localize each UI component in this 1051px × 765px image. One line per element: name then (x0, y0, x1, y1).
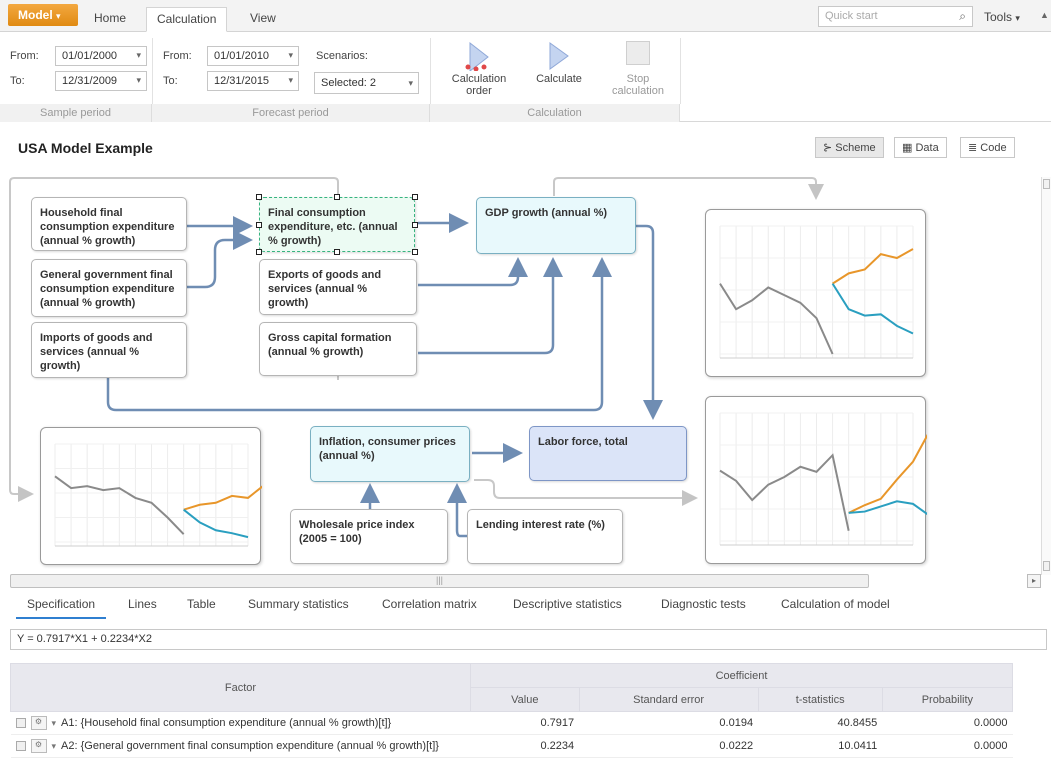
node-label: Inflation, consumer prices (annual %) (319, 436, 456, 462)
value-header: Value (470, 687, 580, 712)
node-labor-force[interactable]: Labor force, total (529, 426, 687, 481)
value-cell: 0.7917 (470, 711, 580, 735)
resize-handle[interactable] (412, 222, 418, 228)
factor-header: Factor (10, 663, 471, 712)
resize-handle[interactable] (256, 249, 262, 255)
probability-header: Probability (881, 687, 1014, 712)
factor-label: A1: {Household final consumption expendi… (61, 716, 392, 729)
node-label: Imports of goods and services (annual % … (40, 332, 153, 372)
node-label: Household final consumption expenditure … (40, 207, 175, 247)
node-exports[interactable]: Exports of goods and services (annual % … (259, 259, 417, 315)
labor-force-chart[interactable] (705, 396, 930, 564)
row-checkbox[interactable] (15, 718, 26, 728)
node-gdp-growth[interactable]: GDP growth (annual %) (476, 197, 636, 254)
probability-cell: 0.0000 (882, 711, 1013, 735)
table-row[interactable]: ⚙ ▾ A2: {General government final consumpt… (10, 734, 1013, 758)
node-capital-formation[interactable]: Gross capital formation (annual % growth… (259, 322, 417, 376)
node-government-consumption[interactable]: General government final consumption exp… (31, 259, 187, 317)
tab-lines[interactable]: Lines (117, 597, 168, 619)
node-label: Final consumption expenditure, etc. (ann… (268, 207, 398, 247)
resize-handle[interactable] (256, 194, 262, 200)
settings-icon[interactable]: ⚙ (30, 739, 47, 753)
tab-summary-statistics[interactable]: Summary statistics (237, 597, 360, 619)
standard-error-cell: 0.0222 (579, 734, 759, 758)
coefficient-header: Coefficient (470, 663, 1013, 688)
t-statistics-header: t-statistics (757, 687, 883, 712)
chart-svg (719, 225, 914, 359)
inflation-chart[interactable] (40, 427, 265, 565)
resize-handle[interactable] (256, 222, 262, 228)
resize-handle[interactable] (334, 249, 340, 255)
chart-series-line (832, 248, 914, 285)
scroll-up-icon[interactable] (1043, 179, 1050, 189)
chart-series-line (848, 500, 930, 517)
chevron-down-icon[interactable]: ▾ (52, 718, 57, 728)
node-imports[interactable]: Imports of goods and services (annual % … (31, 322, 187, 378)
resize-handle[interactable] (412, 249, 418, 255)
t-statistics-cell: 10.0411 (758, 734, 883, 758)
factor-cell: ⚙ ▾ A1: {Household final consumption expen… (10, 711, 471, 735)
node-label: General government final consumption exp… (40, 269, 175, 309)
gdp-chart[interactable] (705, 209, 926, 377)
node-inflation[interactable]: Inflation, consumer prices (annual %) (310, 426, 470, 482)
node-label: Exports of goods and services (annual % … (268, 269, 382, 309)
chart-series-line (831, 283, 914, 335)
coefficients-table: Factor Coefficient Value Standard error … (10, 663, 1014, 758)
tab-specification[interactable]: Specification (16, 597, 107, 619)
row-checkbox[interactable] (15, 741, 26, 751)
value-cell: 0.2234 (470, 734, 580, 758)
scroll-grip-icon: ||| (435, 575, 443, 585)
chart-series-line (848, 431, 930, 514)
node-label: Labor force, total (538, 436, 628, 448)
node-label: Lending interest rate (%) (476, 519, 605, 531)
vertical-scrollbar[interactable] (1041, 177, 1051, 575)
table-row[interactable]: ⚙ ▾ A1: {Household final consumption expen… (10, 711, 1013, 735)
horizontal-scrollbar[interactable]: ||| (10, 574, 869, 588)
node-household-consumption[interactable]: Household final consumption expenditure … (31, 197, 187, 251)
node-label: Gross capital formation (annual % growth… (268, 332, 392, 358)
tab-descriptive-statistics[interactable]: Descriptive statistics (502, 597, 633, 619)
node-final-consumption[interactable]: Final consumption expenditure, etc. (ann… (259, 197, 415, 252)
factor-label: A2: {General government final consumptio… (61, 739, 439, 752)
chart-series-line (719, 283, 834, 355)
resize-handle[interactable] (412, 194, 418, 200)
node-wholesale-price-index[interactable]: Wholesale price index (2005 = 100) (290, 509, 448, 564)
node-label: GDP growth (annual %) (485, 207, 608, 219)
tab-diagnostic-tests[interactable]: Diagnostic tests (650, 597, 757, 619)
scroll-right-icon[interactable]: ▸ (1027, 574, 1041, 588)
factor-cell: ⚙ ▾ A2: {General government final consumpt… (10, 734, 471, 758)
tab-table[interactable]: Table (176, 597, 227, 619)
chart-series-line (183, 484, 265, 511)
node-lending-rate[interactable]: Lending interest rate (%) (467, 509, 623, 564)
chart-svg (719, 412, 930, 546)
chart-svg (54, 443, 265, 547)
scroll-down-icon[interactable] (1043, 561, 1050, 571)
tab-correlation-matrix[interactable]: Correlation matrix (371, 597, 488, 619)
tab-calculation-of-model[interactable]: Calculation of model (770, 597, 901, 619)
chevron-down-icon[interactable]: ▾ (52, 741, 57, 751)
standard-error-cell: 0.0194 (579, 711, 759, 735)
resize-handle[interactable] (334, 194, 340, 200)
standard-error-header: Standard error (578, 687, 759, 712)
formula-field[interactable]: Y = 0.7917*X1 + 0.2234*X2 (10, 629, 1047, 650)
settings-icon[interactable]: ⚙ (30, 716, 47, 730)
probability-cell: 0.0000 (882, 734, 1013, 758)
node-label: Wholesale price index (2005 = 100) (299, 519, 415, 545)
t-statistics-cell: 40.8455 (758, 711, 883, 735)
